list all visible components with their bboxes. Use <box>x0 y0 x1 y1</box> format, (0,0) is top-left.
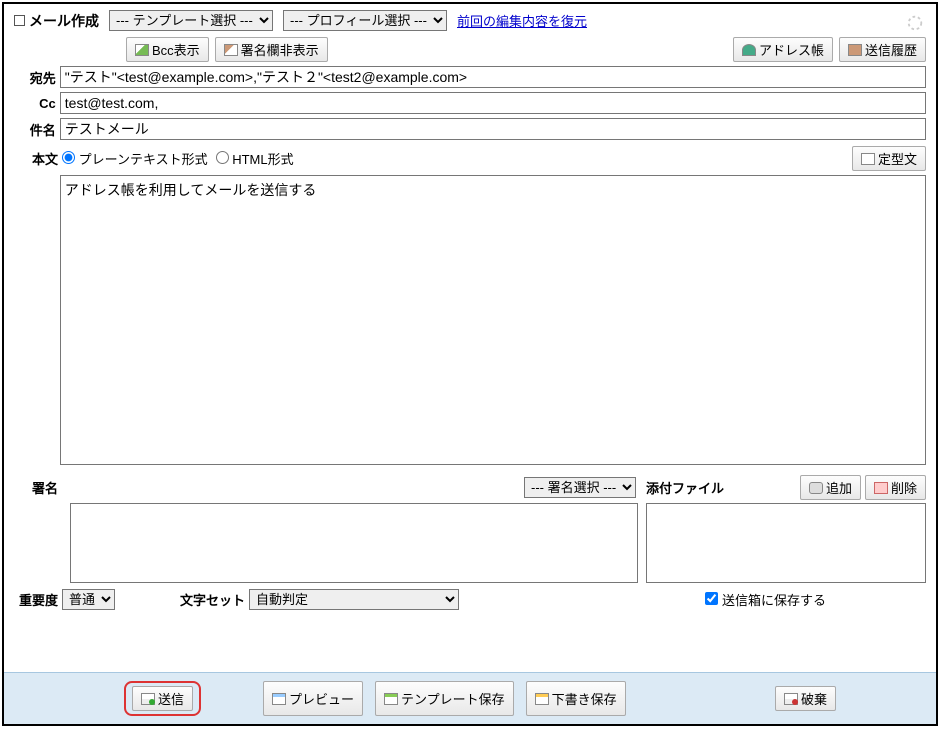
plain-text-radio[interactable]: プレーンテキスト形式 <box>62 149 208 168</box>
charset-select[interactable]: 自動判定 <box>249 589 459 610</box>
body-textarea[interactable]: アドレス帳を利用してメールを送信する <box>60 175 926 465</box>
subject-label: 件名 <box>14 120 60 139</box>
footer-toolbar: 送信 プレビュー テンプレート保存 下書き保存 破棄 <box>4 672 936 724</box>
signature-area[interactable] <box>70 503 638 583</box>
delete-icon <box>874 482 888 494</box>
priority-select[interactable]: 普通 <box>62 589 115 610</box>
preview-icon <box>272 693 286 705</box>
loading-spinner-icon <box>906 14 924 32</box>
send-button[interactable]: 送信 <box>132 686 193 711</box>
to-field[interactable] <box>60 66 926 88</box>
priority-label: 重要度 <box>14 590 62 609</box>
attach-label: 添付ファイル <box>646 478 736 497</box>
restore-previous-link[interactable]: 前回の編集内容を復元 <box>457 11 587 30</box>
to-label: 宛先 <box>14 68 60 87</box>
body-label: 本文 <box>14 149 62 168</box>
template-select[interactable]: --- テンプレート選択 --- <box>109 10 273 31</box>
mail-edit-icon <box>135 44 149 56</box>
signature-label: 署名 <box>14 478 62 497</box>
person-icon <box>742 44 756 56</box>
save-to-sent-checkbox[interactable]: 送信箱に保存する <box>705 590 826 609</box>
preview-button[interactable]: プレビュー <box>263 681 363 716</box>
bcc-show-button[interactable]: Bcc表示 <box>126 37 209 62</box>
page-title: メール作成 <box>14 11 99 31</box>
attachment-area[interactable] <box>646 503 926 583</box>
discard-mail-icon <box>784 693 798 705</box>
template-icon <box>384 693 398 705</box>
pen-icon <box>224 44 238 56</box>
save-draft-button[interactable]: 下書き保存 <box>526 681 626 716</box>
book-icon <box>848 44 862 56</box>
save-template-button[interactable]: テンプレート保存 <box>375 681 514 716</box>
fixed-phrase-button[interactable]: 定型文 <box>852 146 926 171</box>
compose-icon <box>14 15 25 26</box>
send-mail-icon <box>141 693 155 705</box>
discard-button[interactable]: 破棄 <box>775 686 836 711</box>
cc-label: Cc <box>14 96 60 111</box>
attach-delete-button[interactable]: 削除 <box>865 475 926 500</box>
hide-signature-button[interactable]: 署名欄非表示 <box>215 37 328 62</box>
signature-select[interactable]: --- 署名選択 --- <box>524 477 636 498</box>
cc-field[interactable] <box>60 92 926 114</box>
attach-add-button[interactable]: 追加 <box>800 475 861 500</box>
html-format-radio[interactable]: HTML形式 <box>216 149 294 168</box>
profile-select[interactable]: --- プロフィール選択 --- <box>283 10 447 31</box>
send-history-button[interactable]: 送信履歴 <box>839 37 926 62</box>
draft-icon <box>535 693 549 705</box>
charset-label: 文字セット <box>165 590 245 609</box>
subject-field[interactable] <box>60 118 926 140</box>
page-icon <box>861 153 875 165</box>
attach-icon <box>809 482 823 494</box>
address-book-button[interactable]: アドレス帳 <box>733 37 833 62</box>
send-button-highlight: 送信 <box>124 681 201 716</box>
